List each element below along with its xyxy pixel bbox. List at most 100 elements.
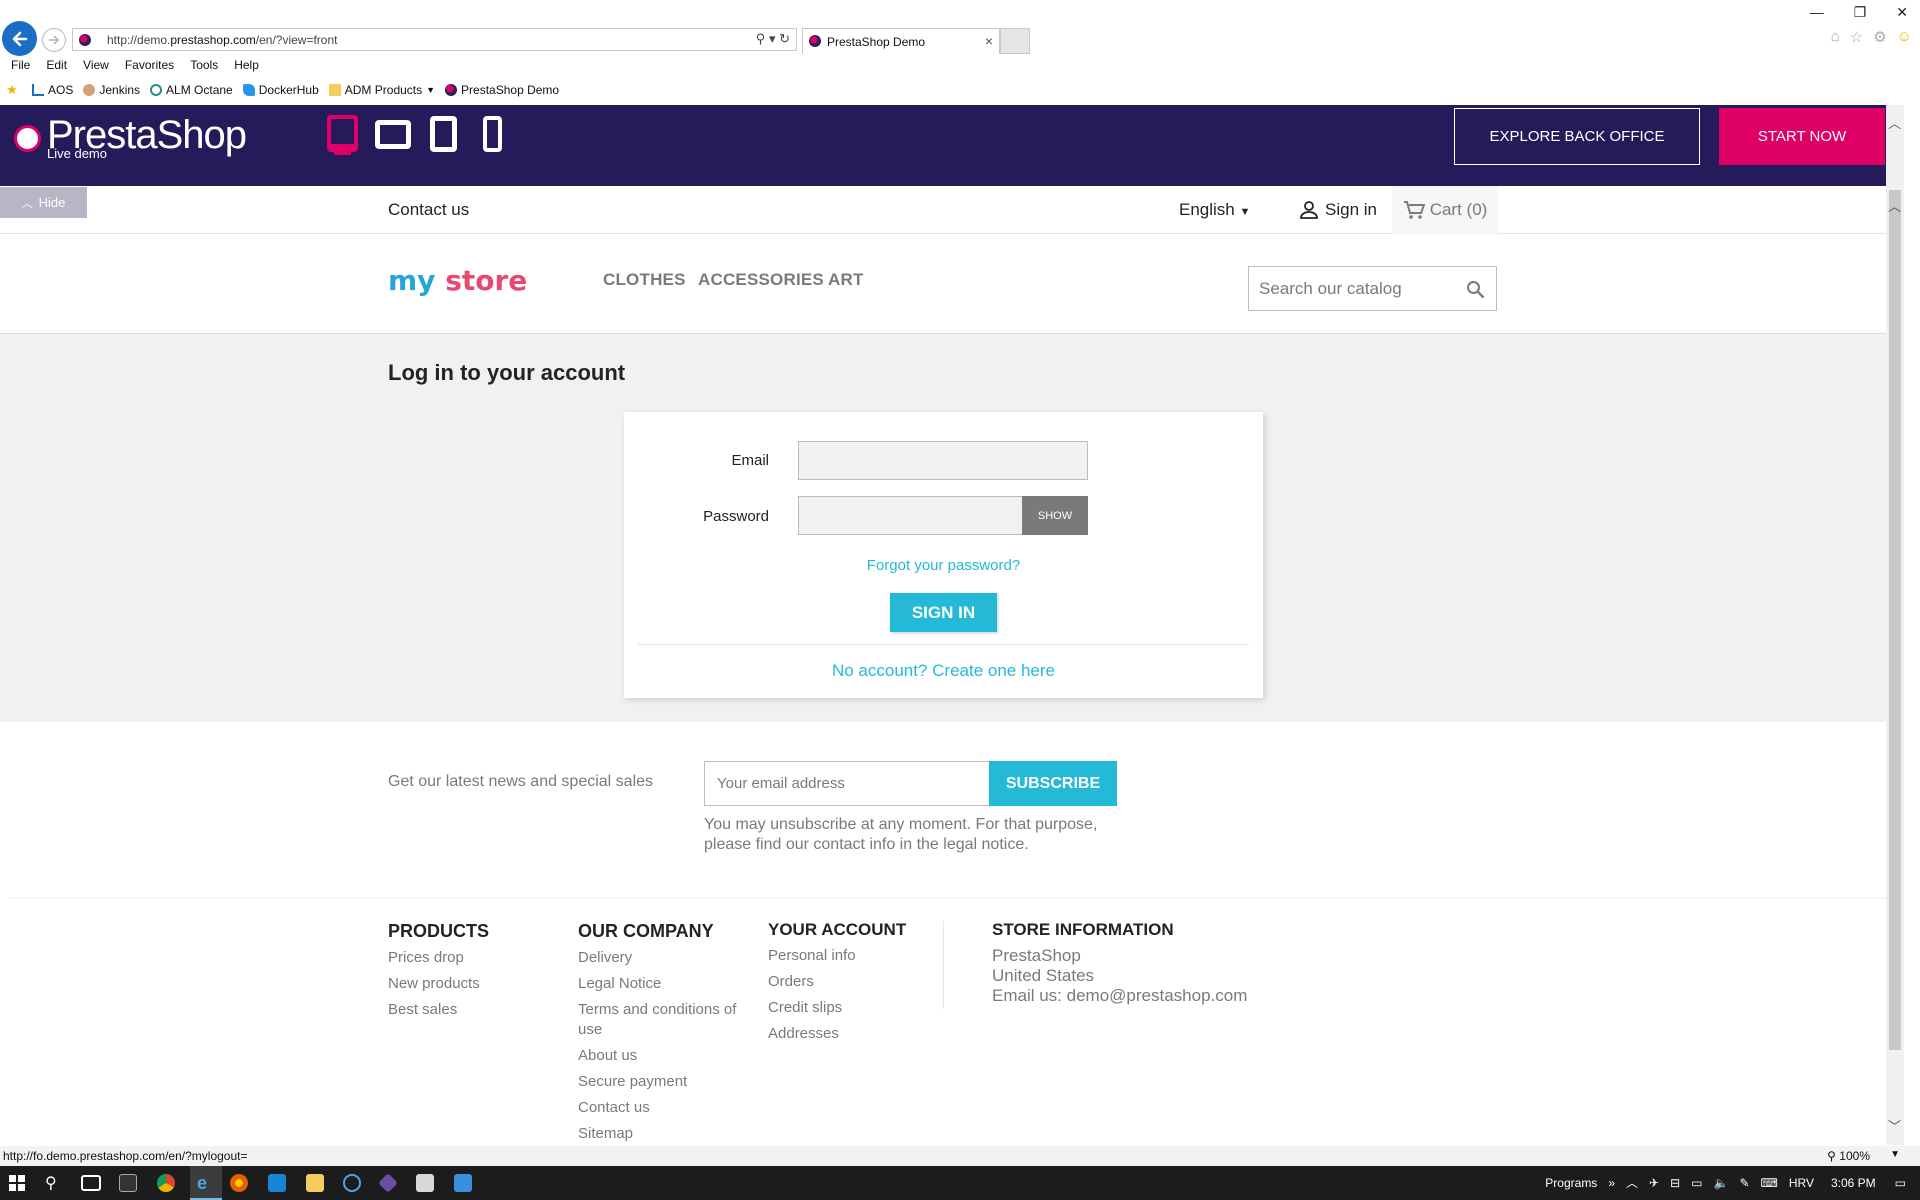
forgot-password-link[interactable]: Forgot your password?	[624, 557, 1263, 574]
input-language[interactable]: HRV	[1789, 1176, 1814, 1190]
email-field[interactable]	[798, 441, 1088, 480]
pen-icon[interactable]: ✎	[1739, 1176, 1749, 1190]
sign-in-link[interactable]: Sign in	[1299, 200, 1377, 220]
expand-toolbar-icon[interactable]: »	[1608, 1176, 1615, 1190]
favorite-aos[interactable]: AOS	[32, 83, 73, 97]
footer-link[interactable]: Secure payment	[578, 1072, 743, 1092]
home-icon[interactable]: ⌂	[1831, 28, 1840, 46]
footer-link[interactable]: Sitemap	[578, 1124, 743, 1144]
cmd-icon[interactable]	[119, 1174, 137, 1192]
favorite-dockerhub[interactable]: DockerHub	[242, 83, 319, 97]
monitor-icon[interactable]: ▭	[1691, 1176, 1702, 1190]
scroll-up-icon[interactable]: ︿	[1888, 113, 1901, 132]
search-icon[interactable]: ⚲	[756, 31, 766, 46]
zoom-level[interactable]: ⚲ 100%	[1827, 1149, 1870, 1163]
address-bar[interactable]: http://demo.prestashop.com/en/?view=fron…	[72, 28, 797, 51]
footer-link[interactable]: Delivery	[578, 948, 743, 968]
volume-icon[interactable]: 🔈	[1713, 1176, 1728, 1190]
menu-favorites[interactable]: Favorites	[125, 58, 174, 74]
mobile-view-icon[interactable]	[483, 116, 502, 152]
windows-start-icon[interactable]	[9, 1175, 25, 1191]
star-icon[interactable]: ☆	[1850, 28, 1863, 46]
menu-help[interactable]: Help	[234, 58, 259, 74]
favorite-jenkins[interactable]: Jenkins	[83, 83, 140, 97]
favorite-adm-products[interactable]: ADM Products ▼	[328, 83, 435, 97]
nav-clothes[interactable]: CLOTHES	[603, 270, 686, 290]
contact-us-link[interactable]: Contact us	[388, 200, 469, 220]
document-app-icon[interactable]	[454, 1174, 472, 1192]
dropdown-icon[interactable]: ▾	[769, 31, 776, 46]
newsletter-email-input[interactable]: Your email address	[704, 761, 990, 806]
smiley-icon[interactable]: ☺	[1897, 28, 1912, 46]
favorite-prestashop-demo[interactable]: PrestaShop Demo	[445, 83, 559, 97]
clock[interactable]: 3:06 PM	[1831, 1176, 1876, 1190]
app-diamond-icon[interactable]	[378, 1173, 398, 1193]
footer-link[interactable]: Best sales	[388, 1000, 480, 1020]
footer-link[interactable]: Personal info	[768, 946, 856, 966]
footer-link[interactable]: Legal Notice	[578, 974, 743, 994]
search-input[interactable]: Search our catalog	[1248, 266, 1497, 311]
notepad-icon[interactable]	[416, 1174, 434, 1192]
close-tab-icon[interactable]: ×	[985, 33, 993, 49]
footer-link[interactable]: Prices drop	[388, 948, 480, 968]
nav-accessories[interactable]: ACCESSORIES	[698, 270, 824, 290]
menu-edit[interactable]: Edit	[46, 58, 67, 74]
explore-back-office-button[interactable]: EXPLORE BACK OFFICE	[1454, 108, 1700, 165]
app-tc-icon[interactable]	[268, 1174, 286, 1192]
menu-view[interactable]: View	[83, 58, 109, 74]
minimize-icon[interactable]: —	[1810, 4, 1824, 21]
footer-link[interactable]: New products	[388, 974, 480, 994]
create-account-link[interactable]: No account? Create one here	[624, 661, 1263, 681]
language-selector[interactable]: English ▼	[1179, 200, 1250, 220]
footer-link[interactable]: Contact us	[578, 1098, 743, 1118]
footer-link[interactable]: Terms and conditions of use	[578, 1000, 743, 1040]
menu-tools[interactable]: Tools	[190, 58, 218, 74]
tablet-landscape-view-icon[interactable]	[375, 120, 411, 149]
programs-toolbar[interactable]: Programs	[1545, 1176, 1597, 1190]
usb-icon[interactable]: ⊟	[1670, 1176, 1680, 1190]
ie-taskbar-item[interactable]: e	[190, 1166, 222, 1200]
password-field[interactable]	[798, 496, 1024, 535]
favorites-star[interactable]: ★	[6, 83, 22, 96]
sign-in-button[interactable]: SIGN IN	[890, 593, 997, 632]
file-explorer-icon[interactable]	[306, 1174, 324, 1192]
back-button[interactable]	[2, 21, 37, 56]
browser-tab[interactable]: PrestaShop Demo ×	[802, 28, 1000, 54]
keyboard-icon[interactable]: ⌨	[1761, 1176, 1778, 1190]
firefox-icon[interactable]	[230, 1174, 248, 1192]
close-icon[interactable]: ✕	[1896, 4, 1908, 21]
address-actions[interactable]: ⚲ ▾ ↻	[756, 31, 790, 47]
scrollbar-thumb[interactable]	[1889, 190, 1901, 1050]
scroll-down-icon[interactable]: ﹀	[1888, 1116, 1901, 1135]
tray-expand-icon[interactable]: ︿	[1626, 1174, 1638, 1191]
restore-icon[interactable]: ❐	[1854, 4, 1867, 21]
footer-link[interactable]: Orders	[768, 972, 856, 992]
refresh-icon[interactable]: ↻	[779, 31, 790, 46]
nav-art[interactable]: ART	[828, 270, 864, 290]
my-store-logo[interactable]: my store	[388, 264, 527, 297]
footer-link[interactable]: About us	[578, 1046, 743, 1066]
task-view-icon[interactable]	[81, 1175, 101, 1191]
network-icon[interactable]: ✈	[1649, 1176, 1659, 1190]
show-password-button[interactable]: SHOW	[1022, 496, 1088, 535]
hide-demo-bar-button[interactable]: ︿ Hide	[0, 187, 87, 218]
tablet-portrait-view-icon[interactable]	[430, 116, 457, 152]
zoom-dropdown-icon[interactable]: ▼	[1890, 1149, 1900, 1160]
new-tab-button[interactable]	[1000, 28, 1030, 54]
octane-app-icon[interactable]	[343, 1174, 361, 1192]
subscribe-button[interactable]: SUBSCRIBE	[989, 761, 1117, 806]
search-icon[interactable]: ⚲	[45, 1173, 57, 1193]
chrome-icon[interactable]	[157, 1174, 175, 1192]
footer-link[interactable]: Credit slips	[768, 998, 856, 1018]
favorite-alm-octane[interactable]: ALM Octane	[150, 83, 233, 97]
menu-file[interactable]: File	[11, 58, 30, 74]
inner-scroll-up-icon[interactable]: ︿	[1888, 196, 1901, 215]
forward-button[interactable]	[42, 28, 66, 52]
cart-button[interactable]: Cart (0)	[1392, 186, 1498, 234]
start-now-button[interactable]: START NOW	[1719, 108, 1885, 165]
gear-icon[interactable]: ⚙	[1873, 28, 1886, 46]
search-icon[interactable]	[1466, 280, 1485, 299]
desktop-view-icon[interactable]	[327, 115, 358, 152]
notifications-icon[interactable]: ▭	[1895, 1176, 1906, 1190]
footer-link[interactable]: Addresses	[768, 1024, 856, 1044]
